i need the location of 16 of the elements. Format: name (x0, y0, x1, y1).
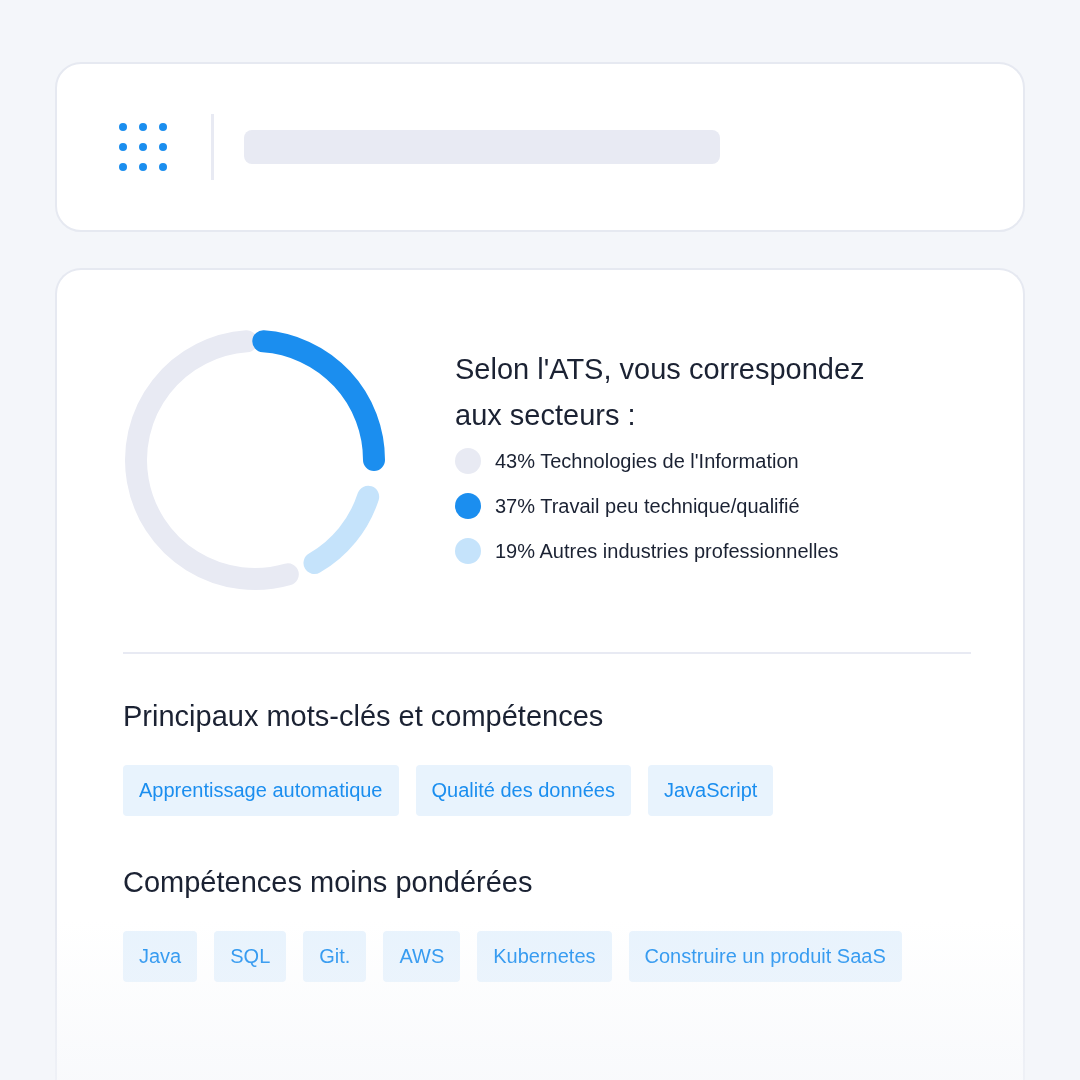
skill-tag: Kubernetes (477, 931, 612, 982)
sectors-heading: Selon l'ATS, vous correspondez aux secteurs : (455, 352, 866, 433)
section-heading: Principaux mots-clés et compétences (123, 700, 605, 733)
skill-tag: Qualité des données (415, 765, 631, 816)
section-heading: Compétences moins pondérées (123, 866, 534, 899)
skill-tag: Git. (303, 931, 367, 982)
skill-tag: SQL (214, 931, 287, 982)
apps-grid-icon[interactable] (119, 123, 167, 171)
skill-tag: AWS (383, 931, 461, 982)
skill-tag: JavaScript (647, 765, 774, 816)
skill-tag: Apprentissage automatique (123, 765, 399, 816)
legend-label: 37% Travail peu technique/qualifié (495, 494, 800, 518)
skill-tag: Construire un produit SaaS (628, 931, 902, 982)
legend-label: 43% Technologies de l'Information (495, 449, 799, 473)
skill-tag: Java (123, 931, 198, 982)
legend-label: 19% Autres industries professionnelles (495, 539, 839, 563)
